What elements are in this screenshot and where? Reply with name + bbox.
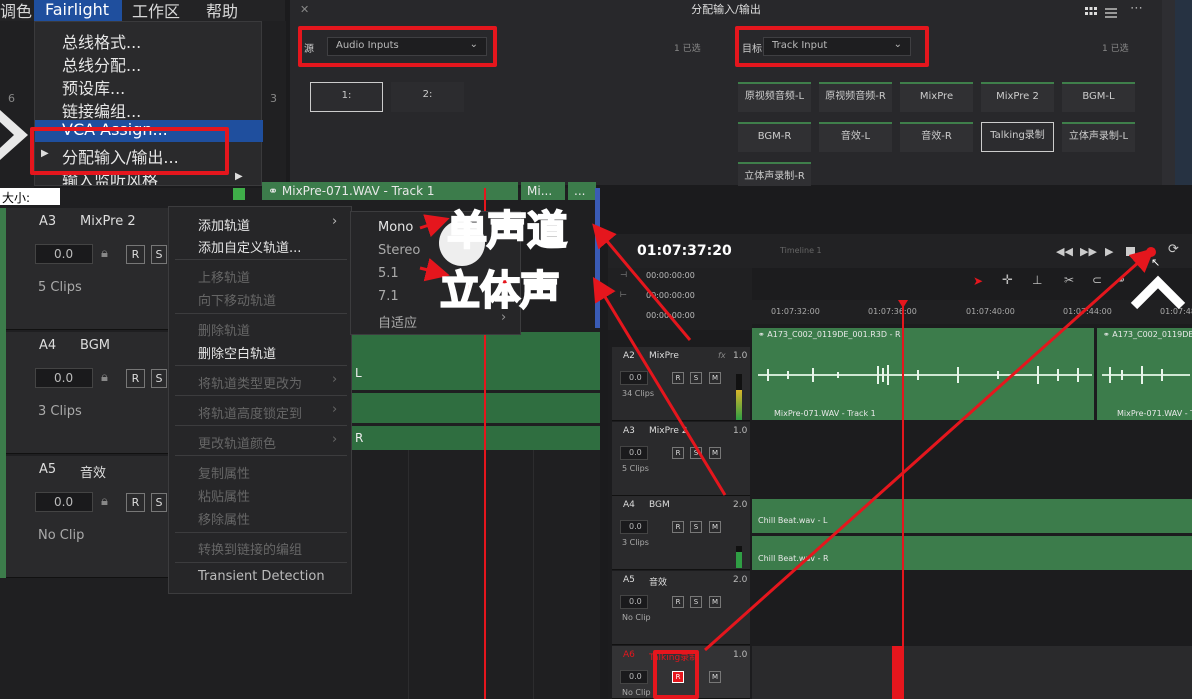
annotation-arrows <box>419 214 1155 652</box>
annotation-mono: 单声道 <box>446 207 568 255</box>
annotation-stereo: 立体声 <box>439 267 561 315</box>
